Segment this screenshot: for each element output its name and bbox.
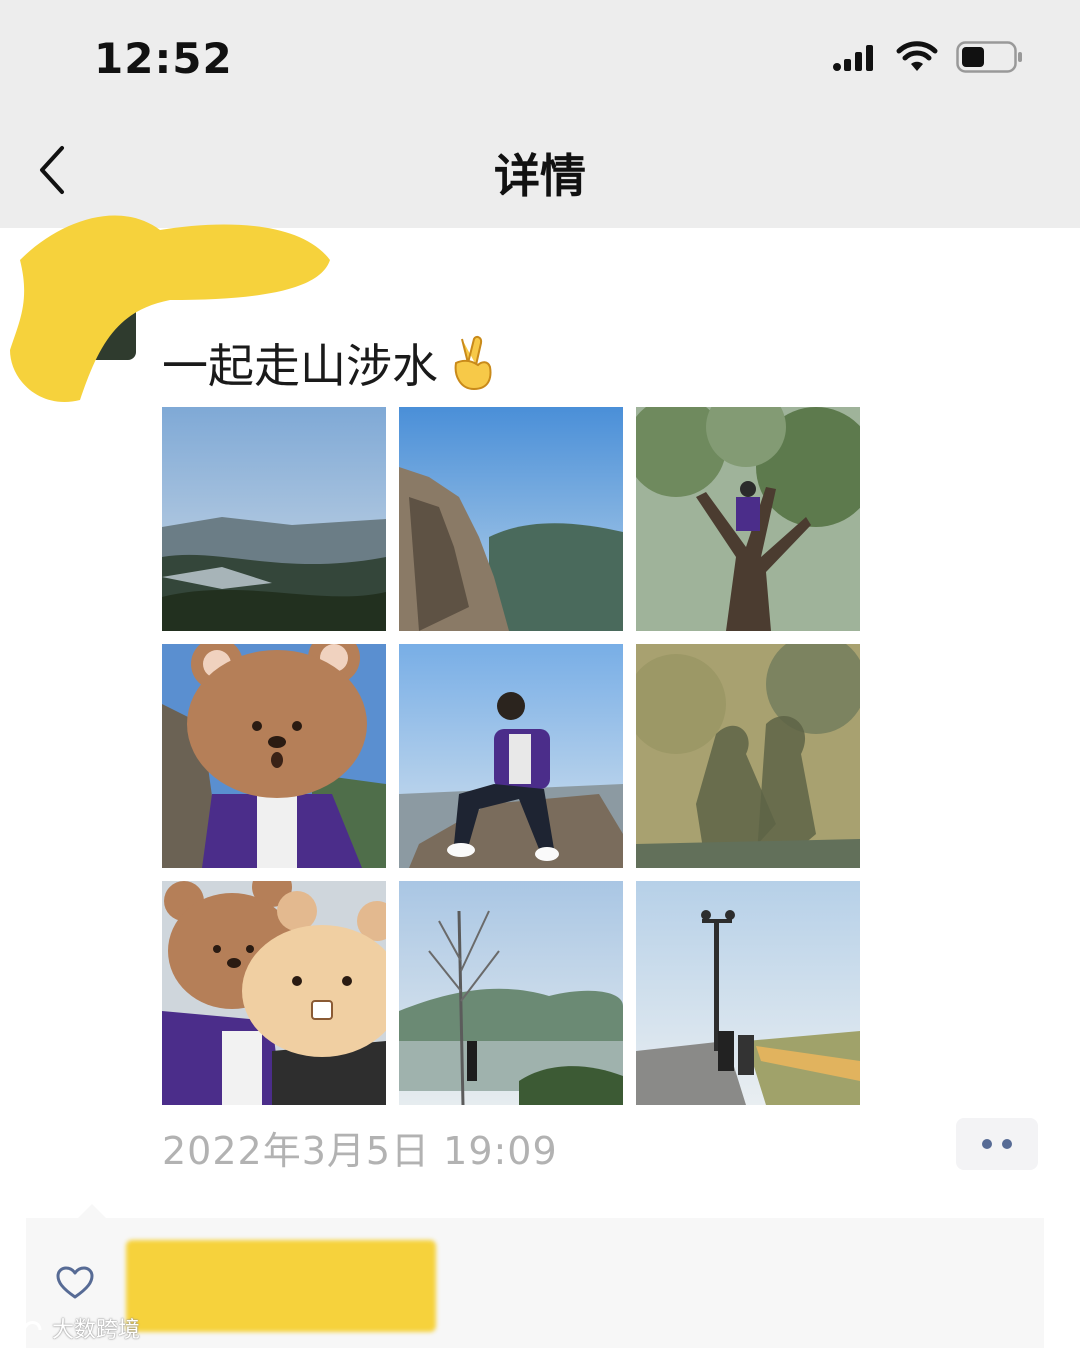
page-title: 详情 xyxy=(494,149,586,203)
photo-walkway-with-lamp[interactable] xyxy=(636,881,860,1105)
likes-panel-caret xyxy=(78,1204,106,1218)
likes-panel xyxy=(26,1204,1044,1348)
heart-icon xyxy=(56,1266,94,1299)
post-text: 一起走山涉水 xyxy=(162,330,496,396)
status-clock: 12:52 xyxy=(94,34,233,83)
watermark-text: 大数跨境 xyxy=(52,1318,141,1343)
more-actions-button[interactable] xyxy=(956,1118,1038,1170)
cellular-signal-icon xyxy=(833,45,873,71)
wifi-icon xyxy=(896,41,938,71)
victory-hand-emoji-icon xyxy=(454,335,492,391)
post-text-content: 一起走山涉水 xyxy=(162,339,438,393)
dot-icon xyxy=(982,1139,992,1149)
dot-icon xyxy=(1002,1139,1012,1149)
post-timestamp: 2022年3月5日 19:09 xyxy=(162,1129,558,1173)
photo-lake-and-tree[interactable] xyxy=(399,881,623,1105)
photo-grid xyxy=(162,407,862,1107)
liker-avatar-redacted[interactable] xyxy=(126,1240,436,1332)
photo-cliff-rock-face[interactable] xyxy=(399,407,623,631)
top-bar: 12:52 详情 xyxy=(0,0,1080,228)
photo-couple-bear-stickers[interactable] xyxy=(162,881,386,1105)
watermark: 大数跨境 xyxy=(10,1312,140,1344)
photo-person-in-tree[interactable] xyxy=(636,407,860,631)
battery-icon xyxy=(956,41,1022,73)
photo-shadow-on-grass[interactable] xyxy=(636,644,860,868)
photo-mountain-valley-view[interactable] xyxy=(162,407,386,631)
photo-selfie-bear-sticker[interactable] xyxy=(162,644,386,868)
watermark-logo-icon xyxy=(12,1321,42,1335)
status-icons xyxy=(832,40,1024,74)
photo-person-sitting-on-rock[interactable] xyxy=(399,644,623,868)
